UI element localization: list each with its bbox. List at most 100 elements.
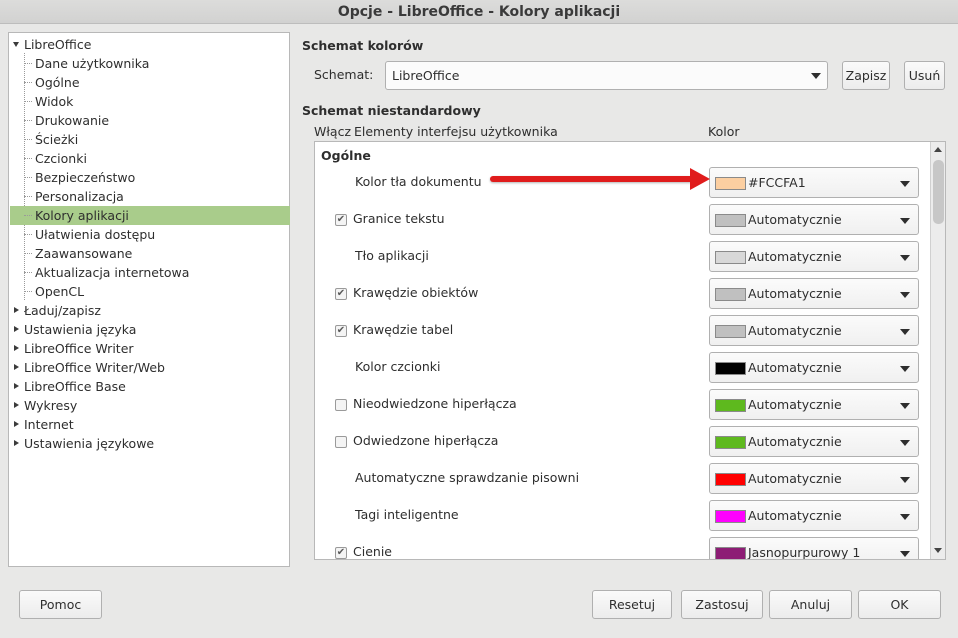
- tree-item-label: OpenCL: [35, 284, 85, 299]
- color-picker-dropdown[interactable]: #FCCFA1: [709, 167, 919, 198]
- tree-item[interactable]: Ścieżki: [10, 130, 290, 149]
- color-swatch: [715, 288, 746, 301]
- enable-checkbox[interactable]: [335, 399, 347, 411]
- check-icon: ✔: [336, 214, 346, 225]
- color-name: Automatycznie: [748, 397, 842, 412]
- tree-item-label: Ogólne: [35, 75, 80, 90]
- expand-right-icon[interactable]: [14, 307, 19, 313]
- color-swatch: [715, 325, 746, 338]
- vertical-scrollbar[interactable]: [930, 142, 945, 559]
- tree-item[interactable]: OpenCL: [10, 282, 290, 301]
- tree-item-collapsed[interactable]: LibreOffice Writer: [10, 339, 290, 358]
- tree-item[interactable]: Ogólne: [10, 73, 290, 92]
- tree-item[interactable]: Drukowanie: [10, 111, 290, 130]
- tree-item[interactable]: Personalizacja: [10, 187, 290, 206]
- tree-item-label: Ustawienia językowe: [24, 436, 155, 451]
- save-scheme-button[interactable]: Zapisz: [842, 61, 890, 90]
- expand-right-icon[interactable]: [14, 421, 19, 427]
- color-picker-dropdown[interactable]: Automatycznie: [709, 426, 919, 457]
- annotation-arrow: [490, 176, 696, 182]
- delete-scheme-button[interactable]: Usuń: [904, 61, 945, 90]
- tree-guide-branch: [24, 120, 32, 121]
- color-name: Jasnopurpurowy 1: [748, 545, 861, 560]
- tree-guide-branch: [24, 196, 32, 197]
- tree-item[interactable]: Bezpieczeństwo: [10, 168, 290, 187]
- color-elements-list[interactable]: Ogólne Kolor tła dokumentu #FCCFA1 ✔ Granic…: [314, 141, 946, 560]
- color-picker-dropdown[interactable]: Automatycznie: [709, 389, 919, 420]
- tree-item-collapsed[interactable]: LibreOffice Base: [10, 377, 290, 396]
- color-name: Automatycznie: [748, 360, 842, 375]
- expand-down-icon[interactable]: [13, 42, 19, 47]
- expand-right-icon[interactable]: [14, 402, 19, 408]
- tree-item-collapsed[interactable]: Ustawienia językowe: [10, 434, 290, 453]
- color-picker-dropdown[interactable]: Automatycznie: [709, 500, 919, 531]
- tree-item[interactable]: Aktualizacja internetowa: [10, 263, 290, 282]
- tree-item-label: Internet: [24, 417, 74, 432]
- custom-scheme-heading: Schemat niestandardowy: [302, 103, 481, 118]
- tree-item-label: Bezpieczeństwo: [35, 170, 136, 185]
- help-button[interactable]: Pomoc: [19, 590, 102, 619]
- tree-item-libreoffice[interactable]: LibreOffice: [10, 35, 290, 54]
- color-swatch: [715, 547, 746, 559]
- expand-right-icon[interactable]: [14, 364, 19, 370]
- tree-item-collapsed[interactable]: LibreOffice Writer/Web: [10, 358, 290, 377]
- element-label: Tło aplikacji: [355, 248, 429, 263]
- element-label: Kolor tła dokumentu: [355, 174, 482, 189]
- expand-right-icon[interactable]: [14, 383, 19, 389]
- enable-checkbox[interactable]: ✔: [335, 325, 347, 337]
- color-picker-dropdown[interactable]: Automatycznie: [709, 463, 919, 494]
- tree-item[interactable]: Ułatwienia dostępu: [10, 225, 290, 244]
- tree-item-label: Czcionki: [35, 151, 87, 166]
- tree-item-label: Dane użytkownika: [35, 56, 150, 71]
- options-tree[interactable]: LibreOffice Dane użytkownika Ogólne Widok D…: [8, 32, 290, 567]
- tree-item[interactable]: Czcionki: [10, 149, 290, 168]
- tree-item[interactable]: Dane użytkownika: [10, 54, 290, 73]
- check-icon: ✔: [336, 547, 346, 558]
- apply-button[interactable]: Zastosuj: [681, 590, 763, 619]
- scroll-up-icon[interactable]: [934, 147, 942, 152]
- color-swatch: [715, 362, 746, 375]
- enable-checkbox[interactable]: ✔: [335, 214, 347, 226]
- color-row: Automatyczne sprawdzanie pisowni Automaty…: [315, 460, 929, 497]
- reset-button[interactable]: Resetuj: [592, 590, 672, 619]
- scroll-down-icon[interactable]: [934, 548, 942, 553]
- enable-checkbox[interactable]: [335, 436, 347, 448]
- tree-item-collapsed[interactable]: Ładuj/zapisz: [10, 301, 290, 320]
- scheme-select[interactable]: LibreOffice: [385, 61, 828, 90]
- tree-item-label: Zaawansowane: [35, 246, 133, 261]
- color-picker-dropdown[interactable]: Jasnopurpurowy 1: [709, 537, 919, 560]
- color-swatch: [715, 473, 746, 486]
- color-picker-dropdown[interactable]: Automatycznie: [709, 315, 919, 346]
- enable-checkbox[interactable]: ✔: [335, 547, 347, 559]
- expand-right-icon[interactable]: [14, 345, 19, 351]
- ok-button[interactable]: OK: [858, 590, 941, 619]
- color-name: Automatycznie: [748, 434, 842, 449]
- window-title: Opcje - LibreOffice - Kolory aplikacji: [0, 0, 958, 24]
- tree-item-label: LibreOffice: [24, 37, 92, 52]
- tree-item-label: Ustawienia języka: [24, 322, 137, 337]
- tree-guide-branch: [24, 234, 32, 235]
- color-picker-dropdown[interactable]: Automatycznie: [709, 352, 919, 383]
- tree-item-collapsed[interactable]: Wykresy: [10, 396, 290, 415]
- scrollbar-thumb[interactable]: [933, 160, 944, 224]
- tree-guide-branch: [24, 139, 32, 140]
- chevron-down-icon: [900, 292, 910, 298]
- color-picker-dropdown[interactable]: Automatycznie: [709, 241, 919, 272]
- color-name: #FCCFA1: [748, 175, 806, 190]
- color-picker-dropdown[interactable]: Automatycznie: [709, 278, 919, 309]
- scheme-heading: Schemat kolorów: [302, 38, 424, 53]
- enable-checkbox[interactable]: ✔: [335, 288, 347, 300]
- color-row: ✔ Krawędzie obiektów Automatycznie: [315, 275, 929, 312]
- tree-item[interactable]: Widok: [10, 92, 290, 111]
- tree-item[interactable]: Kolory aplikacji: [10, 206, 290, 225]
- color-row: ✔ Krawędzie tabel Automatycznie: [315, 312, 929, 349]
- color-picker-dropdown[interactable]: Automatycznie: [709, 204, 919, 235]
- expand-right-icon[interactable]: [14, 326, 19, 332]
- cancel-button[interactable]: Anuluj: [769, 590, 852, 619]
- chevron-down-icon: [900, 329, 910, 335]
- expand-right-icon[interactable]: [14, 440, 19, 446]
- color-row: Nieodwiedzone hiperłącza Automatycznie: [315, 386, 929, 423]
- tree-item-collapsed[interactable]: Ustawienia języka: [10, 320, 290, 339]
- tree-item-collapsed[interactable]: Internet: [10, 415, 290, 434]
- tree-item[interactable]: Zaawansowane: [10, 244, 290, 263]
